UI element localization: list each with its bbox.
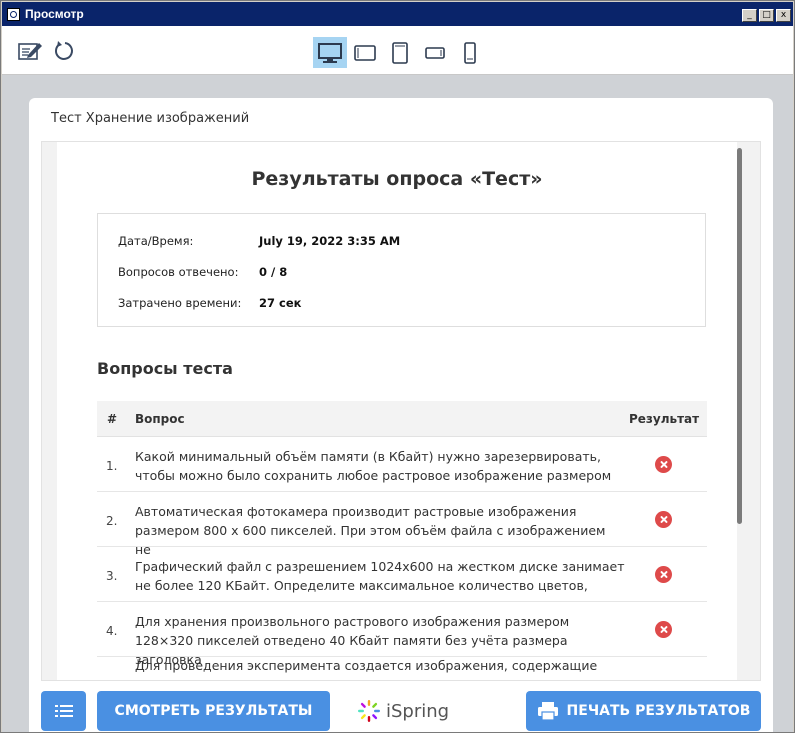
table-row[interactable]: 3. Графический файл с разрешением 1024x6… (97, 547, 707, 602)
scrollbar-thumb[interactable] (737, 148, 742, 524)
device-phone-landscape-button[interactable] (418, 37, 452, 68)
column-question: Вопрос (135, 412, 185, 426)
info-label-answered: Вопросов отвечено: (118, 265, 239, 279)
ispring-logo: iSpring (357, 695, 449, 727)
app-icon (7, 7, 20, 21)
device-phone-portrait-button[interactable] (453, 37, 487, 68)
view-results-button[interactable]: СМОТРЕТЬ РЕЗУЛЬТАТЫ (97, 691, 330, 731)
device-tablet-landscape-button[interactable] (348, 37, 382, 68)
phone-landscape-icon (425, 46, 445, 59)
info-label-time-spent: Затрачено времени: (118, 296, 242, 310)
close-button[interactable]: x (776, 9, 791, 22)
phone-portrait-icon (464, 41, 476, 64)
brand-name: iSpring (386, 700, 450, 722)
minimize-button[interactable]: _ (742, 9, 757, 22)
incorrect-icon (655, 566, 672, 583)
incorrect-icon (655, 621, 672, 638)
tablet-landscape-icon (354, 44, 376, 61)
table-row[interactable]: 4. Для хранения произвольного растрового… (97, 602, 707, 667)
device-tablet-portrait-button[interactable] (383, 37, 417, 68)
row-number: 2. (106, 514, 118, 528)
edit-icon[interactable] (16, 38, 44, 64)
preview-stage: Тест Хранение изображений Результаты опр… (2, 75, 793, 732)
ispring-flower-icon (358, 700, 380, 722)
preview-window: Просмотр _ □ x Тест Хранение изображений… (0, 0, 795, 733)
row-number: 3. (106, 569, 118, 583)
incorrect-icon (655, 511, 672, 528)
incorrect-icon (655, 456, 672, 473)
table-row[interactable]: 2. Автоматическая фотокамера производит … (97, 492, 707, 557)
questions-heading: Вопросы теста (97, 359, 233, 378)
info-value-answered: 0 / 8 (259, 265, 288, 279)
row-question: Какой минимальный объём памяти (в Кбайт)… (135, 449, 612, 483)
result-card: Тест Хранение изображений Результаты опр… (29, 98, 773, 732)
tablet-portrait-icon (392, 41, 408, 64)
printer-icon (537, 702, 558, 721)
maximize-button[interactable]: □ (759, 9, 774, 22)
info-label-datetime: Дата/Время: (118, 234, 194, 248)
column-result: Результат (629, 412, 700, 426)
row-number: 1. (106, 459, 118, 473)
print-results-label: ПЕЧАТЬ РЕЗУЛЬТАТОВ (566, 703, 751, 719)
menu-list-button[interactable] (41, 691, 86, 731)
device-desktop-button[interactable] (313, 37, 347, 68)
results-content[interactable]: Результаты опроса «Тест» Дата/Время: Jul… (57, 142, 737, 680)
results-info-box: Дата/Время: July 19, 2022 3:35 AM Вопрос… (97, 213, 706, 327)
print-results-button[interactable]: ПЕЧАТЬ РЕЗУЛЬТАТОВ (526, 691, 761, 731)
partial-row-text: Для проведения эксперимента создается из… (135, 658, 598, 673)
results-frame: Результаты опроса «Тест» Дата/Время: Jul… (41, 141, 761, 681)
list-icon (54, 705, 73, 717)
title-bar[interactable]: Просмотр _ □ x (2, 2, 793, 26)
desktop-icon (318, 42, 342, 63)
refresh-icon[interactable] (52, 38, 78, 64)
column-num: # (107, 412, 118, 426)
info-value-time-spent: 27 сек (259, 296, 302, 310)
questions-table-header: # Вопрос Результат (97, 401, 707, 437)
info-value-datetime: July 19, 2022 3:35 AM (259, 234, 401, 248)
row-question: Графический файл с разрешением 1024x600 … (135, 559, 625, 593)
card-title: Тест Хранение изображений (51, 111, 250, 126)
results-title: Результаты опроса «Тест» (251, 168, 543, 190)
table-row[interactable]: 1. Какой минимальный объём памяти (в Кба… (97, 437, 707, 492)
window-title: Просмотр (25, 7, 84, 21)
toolbar (2, 26, 793, 75)
row-number: 4. (106, 624, 118, 638)
